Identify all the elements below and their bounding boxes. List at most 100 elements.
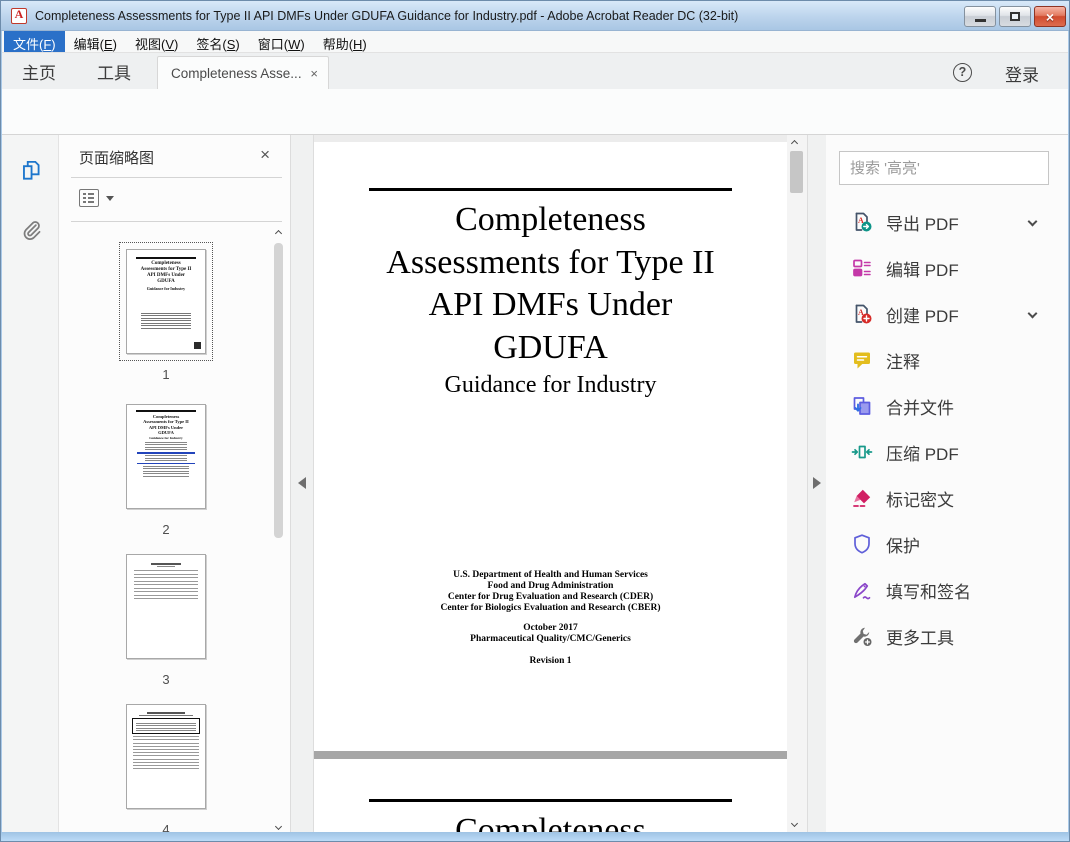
- close-button[interactable]: ×: [1034, 6, 1066, 27]
- pdf-page-1[interactable]: CompletenessAssessments for Type IIAPI D…: [314, 142, 787, 751]
- right-panel-edge: [807, 135, 826, 834]
- page-thumbnails-rail-button[interactable]: [18, 157, 44, 183]
- window-controls: ×: [964, 6, 1066, 27]
- sign-in-button[interactable]: 登录: [1005, 61, 1039, 86]
- tool-label: 填写和签名: [886, 578, 971, 603]
- thumbnail-page-number: 1: [119, 367, 213, 382]
- menu-item[interactable]: 签名(S): [187, 31, 248, 52]
- pdf-file-icon: A: [11, 8, 27, 24]
- document-scrollbar[interactable]: [787, 135, 807, 834]
- collapse-left-icon[interactable]: [298, 477, 306, 489]
- thumbnail-page-4[interactable]: 4: [119, 697, 213, 837]
- window-title: Completeness Assessments for Type II API…: [35, 9, 738, 23]
- tool-label: 编辑 PDF: [886, 256, 959, 281]
- thumbnail-page-number: 2: [119, 522, 213, 537]
- tool-fill-sign[interactable]: 填写和签名: [826, 575, 1070, 605]
- tool-edit-pdf[interactable]: 编辑 PDF: [826, 253, 1070, 283]
- close-icon: ×: [1046, 10, 1054, 24]
- scroll-down-icon[interactable]: [275, 823, 282, 830]
- tool-label: 压缩 PDF: [886, 440, 959, 465]
- menu-item[interactable]: 帮助(H): [314, 31, 376, 52]
- minimize-button[interactable]: [964, 6, 996, 27]
- tool-combine-files[interactable]: 合并文件: [826, 391, 1070, 421]
- comment-tool-icon: [850, 348, 874, 372]
- menu-bar: 文件(F)编辑(E)视图(V)签名(S)窗口(W)帮助(H): [2, 31, 1069, 53]
- thumbnail-scrollbar[interactable]: [272, 229, 286, 829]
- tab-document[interactable]: Completeness Asse... ×: [157, 56, 329, 89]
- tool-create-pdf[interactable]: A创建 PDF: [826, 299, 1070, 329]
- tool-redact[interactable]: 标记密文: [826, 483, 1070, 513]
- options-caret-icon: [106, 196, 114, 201]
- combine-files-icon: [850, 394, 874, 418]
- menu-item[interactable]: 文件(F): [4, 31, 65, 52]
- maximize-button[interactable]: [999, 6, 1031, 27]
- thumbnail-page-2[interactable]: CompletenessAssessments for Type IIAPI D…: [119, 397, 213, 537]
- chevron-down-icon[interactable]: [1028, 309, 1038, 319]
- scrollbar-thumb[interactable]: [790, 151, 803, 193]
- export-pdf-icon: A: [850, 210, 874, 234]
- scroll-up-icon[interactable]: [791, 140, 798, 147]
- window-border: [1068, 31, 1069, 842]
- tab-home[interactable]: 主页: [22, 53, 56, 89]
- compress-pdf-icon: [850, 440, 874, 464]
- tool-protect[interactable]: 保护: [826, 529, 1070, 559]
- tab-document-label: Completeness Asse...: [171, 66, 304, 81]
- tool-label: 导出 PDF: [886, 210, 959, 235]
- panel-close-icon[interactable]: ×: [260, 145, 270, 165]
- protect-icon: [850, 532, 874, 556]
- tools-panel: A 导出 PDF 编辑 PDF A创建 PDF 注释合并文件压缩 PDF 标记密文保护填写…: [826, 135, 1070, 834]
- tool-comment-tool[interactable]: 注释: [826, 345, 1070, 375]
- thumbnail-page-3[interactable]: 3: [119, 547, 213, 687]
- document-org-block: U.S. Department of Health and Human Serv…: [314, 570, 787, 614]
- thumbnail-page-1[interactable]: CompletenessAssessments for Type IIAPI D…: [119, 242, 213, 382]
- redact-icon: [850, 486, 874, 510]
- paperclip-icon: [18, 217, 44, 243]
- tool-export-pdf[interactable]: A 导出 PDF: [826, 207, 1070, 237]
- title-rule: [369, 799, 732, 802]
- acrobat-window: A Completeness Assessments for Type II A…: [0, 0, 1070, 842]
- menu-item[interactable]: 窗口(W): [249, 31, 314, 52]
- tool-label: 标记密文: [886, 486, 954, 511]
- title-rule: [369, 188, 732, 191]
- page2-title-peek: Completeness: [314, 812, 787, 834]
- menu-item[interactable]: 视图(V): [126, 31, 187, 52]
- tool-label: 保护: [886, 532, 920, 557]
- thumbnail-page-number: 3: [119, 672, 213, 687]
- tab-bar: 主页 工具 Completeness Asse... × ? 登录: [2, 53, 1069, 89]
- menu-item[interactable]: 编辑(E): [65, 31, 126, 52]
- tab-tools[interactable]: 工具: [97, 53, 131, 89]
- scroll-up-icon[interactable]: [275, 230, 282, 237]
- options-icon: [79, 189, 99, 207]
- tool-label: 创建 PDF: [886, 302, 959, 327]
- window-border: [1, 31, 2, 842]
- document-canvas[interactable]: CompletenessAssessments for Type IIAPI D…: [314, 135, 787, 834]
- help-button[interactable]: ?: [953, 63, 972, 82]
- page-separator: [314, 751, 787, 759]
- divider: [71, 177, 282, 178]
- thumbnail-page-image[interactable]: CompletenessAssessments for Type IIAPI D…: [126, 249, 206, 354]
- title-bar[interactable]: A Completeness Assessments for Type II A…: [1, 1, 1070, 31]
- collapse-right-icon[interactable]: [813, 477, 821, 489]
- tool-compress-pdf[interactable]: 压缩 PDF: [826, 437, 1070, 467]
- tool-label: 合并文件: [886, 394, 954, 419]
- tools-search-input[interactable]: [839, 151, 1049, 185]
- pdf-page-2[interactable]: Completeness: [314, 759, 787, 834]
- document-subtitle: Guidance for Industry: [314, 372, 787, 399]
- divider: [71, 221, 282, 222]
- edit-pdf-icon: [850, 256, 874, 280]
- tool-more-tools[interactable]: 更多工具: [826, 621, 1070, 651]
- panel-title: 页面缩略图: [79, 147, 154, 168]
- attachments-rail-button[interactable]: [18, 217, 44, 243]
- thumbnail-page-image[interactable]: [126, 704, 206, 809]
- page-thumbnails-icon: [18, 157, 44, 183]
- window-border: [1, 832, 1070, 841]
- document-title: CompletenessAssessments for Type IIAPI D…: [314, 199, 787, 369]
- thumbnail-options-button[interactable]: [79, 189, 120, 207]
- chevron-down-icon[interactable]: [1028, 217, 1038, 227]
- thumbnail-page-image[interactable]: CompletenessAssessments for Type IIAPI D…: [126, 404, 206, 509]
- thumbnail-page-image[interactable]: [126, 554, 206, 659]
- tab-close-icon[interactable]: ×: [310, 66, 318, 81]
- scroll-down-icon[interactable]: [791, 820, 798, 827]
- scrollbar-thumb[interactable]: [274, 243, 283, 538]
- document-revision: Revision 1: [314, 656, 787, 666]
